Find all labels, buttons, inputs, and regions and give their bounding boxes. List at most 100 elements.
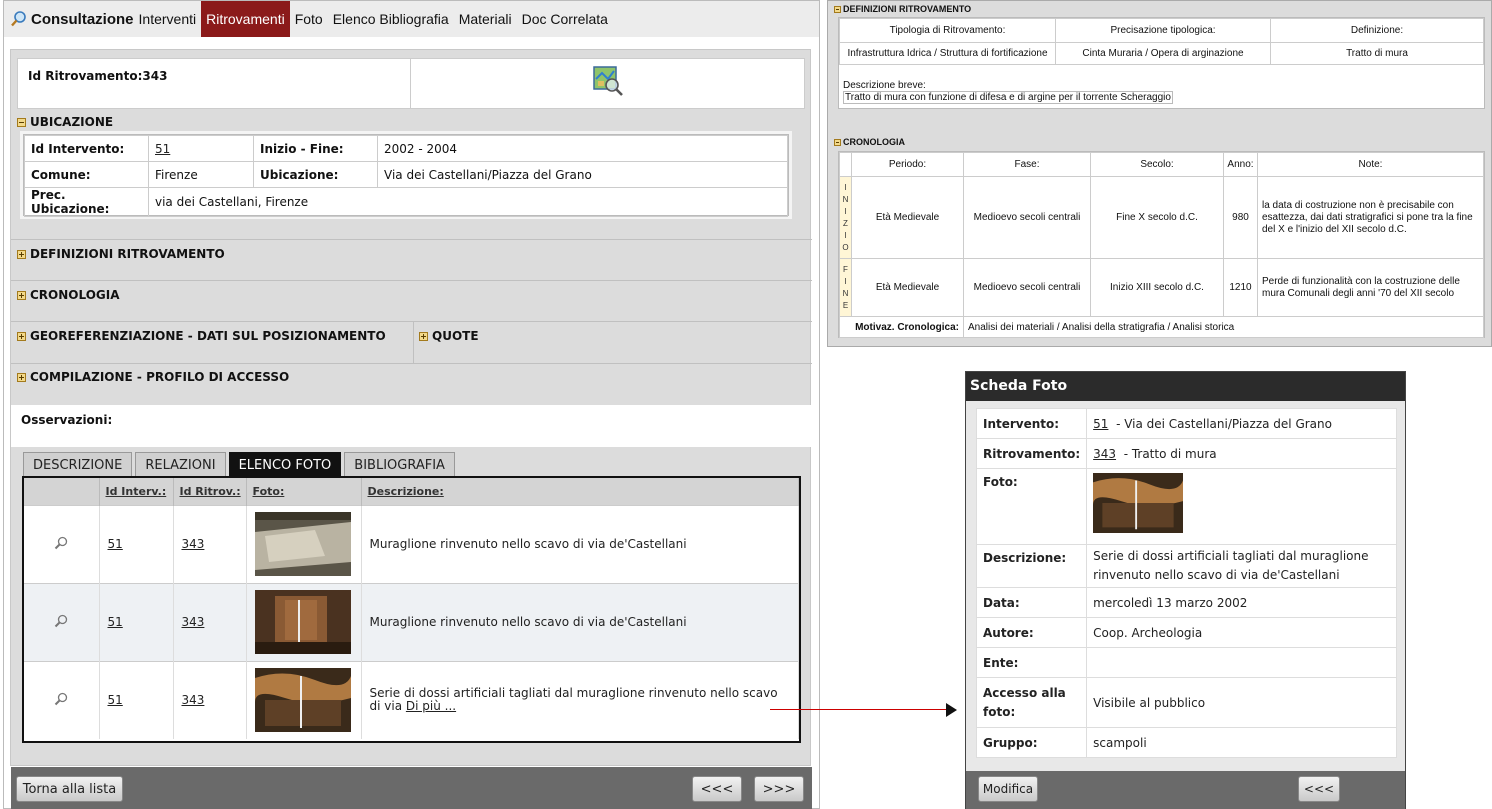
descrizione-label: Descrizione:: [975, 544, 1088, 588]
prec-ubicazione-value: via dei Castellani, Firenze: [148, 187, 788, 217]
crono-header: Secolo:: [1090, 152, 1224, 177]
crono-periodo: Età Medievale: [851, 176, 964, 259]
zoom-icon[interactable]: [53, 613, 69, 629]
section-georeferenziazione[interactable]: GEOREFERENZIAZIONE - DATI SUL POSIZIONAM…: [17, 328, 397, 344]
tab-descrizione[interactable]: DESCRIZIONE: [23, 452, 133, 477]
prev-button[interactable]: <<<: [692, 776, 742, 802]
tab-doc-correlata[interactable]: Doc Correlata: [517, 1, 613, 37]
section-cronologia[interactable]: CRONOLOGIA: [17, 287, 805, 303]
ritrov-link[interactable]: 343: [182, 693, 205, 707]
accesso-value: Visibile al pubblico: [1086, 677, 1397, 728]
motivazione-label: Motivaz. Cronologica:: [839, 316, 964, 338]
autore-value: Coop. Archeologia: [1086, 617, 1397, 648]
expand-icon: [17, 331, 26, 341]
record-header: Id Ritrovamento:343: [17, 58, 805, 109]
crono-note: Perde di funzionalità con la costruzione…: [1257, 258, 1484, 317]
section-cronologia-expanded[interactable]: CRONOLOGIA: [834, 137, 905, 147]
inizio-tag: INIZIO: [839, 176, 852, 259]
section-definizioni-expanded[interactable]: DEFINIZIONI RITROVAMENTO: [834, 4, 971, 14]
zoom-icon[interactable]: [53, 535, 69, 551]
photo-description: Muraglione rinvenuto nello scavo di via …: [361, 582, 799, 661]
section-ubicazione[interactable]: UBICAZIONE: [17, 114, 805, 130]
modifica-button[interactable]: Modifica: [978, 776, 1038, 802]
intervento-link[interactable]: 51: [1093, 417, 1108, 431]
ritrovamento-label: Ritrovamento:: [975, 438, 1088, 469]
crono-fase: Medioevo secoli centrali: [963, 258, 1091, 317]
dialog-footer: Modifica <<<: [966, 771, 1405, 809]
footer-bar: Torna alla lista <<< >>>: [11, 767, 812, 809]
main-window: Consultazione Interventi Ritrovamenti Fo…: [3, 0, 820, 809]
col-descrizione[interactable]: Descrizione:: [361, 478, 799, 505]
crono-anno: 1210: [1223, 258, 1258, 317]
cronologia-box: Periodo: Fase: Secolo: Anno: Note: INIZI…: [838, 151, 1485, 338]
id-intervento-label: Id Intervento:: [24, 135, 149, 162]
autore-label: Autore:: [975, 617, 1088, 648]
detail-panel: DEFINIZIONI RITROVAMENTO Tipologia di Ri…: [827, 0, 1492, 347]
collapse-icon: [834, 5, 841, 13]
expand-icon: [17, 372, 26, 382]
photo-thumbnail[interactable]: [254, 668, 351, 733]
inizio-fine-label: Inizio - Fine:: [253, 135, 378, 162]
comune-value: Firenze: [148, 161, 254, 188]
section-definizioni[interactable]: DEFINIZIONI RITROVAMENTO: [17, 246, 805, 262]
next-button[interactable]: >>>: [754, 776, 804, 802]
photo-thumbnail[interactable]: [254, 590, 351, 654]
section-compilazione[interactable]: COMPILAZIONE - PROFILO DI ACCESSO: [17, 369, 805, 385]
def-header: Tipologia di Ritrovamento:: [839, 18, 1056, 43]
arrow-head-icon: [946, 703, 957, 717]
gruppo-value: scampoli: [1086, 727, 1397, 758]
inizio-fine-value: 2002 - 2004: [377, 135, 788, 162]
foto-label: Foto:: [975, 468, 1088, 545]
def-header: Definizione:: [1270, 18, 1484, 43]
map-search-button[interactable]: [411, 59, 804, 108]
col-id-ritrov[interactable]: Id Ritrov.:: [173, 478, 247, 505]
intervento-label: Intervento:: [975, 408, 1088, 439]
app-logo[interactable]: Consultazione: [4, 1, 134, 37]
prec-ubicazione-label: Prec. Ubicazione:: [24, 187, 149, 217]
def-value: Tratto di mura: [1270, 42, 1484, 65]
col-foto[interactable]: Foto:: [246, 478, 362, 505]
photo-thumbnail[interactable]: [254, 512, 351, 576]
id-intervento-link[interactable]: 51: [155, 142, 170, 156]
col-id-interv[interactable]: Id Interv.:: [99, 478, 174, 505]
interv-link[interactable]: 51: [108, 537, 123, 551]
descrizione-breve: Descrizione breve: Tratto di mura con fu…: [843, 80, 1173, 104]
view-cell: [24, 660, 100, 739]
view-cell: [24, 504, 100, 583]
map-magnifier-icon: [592, 66, 623, 96]
back-to-list-button[interactable]: Torna alla lista: [16, 776, 123, 802]
tab-elenco-foto[interactable]: ELENCO FOTO: [228, 452, 342, 477]
tab-bibliografia[interactable]: BIBLIOGRAFIA: [344, 452, 455, 477]
ritrovamento-link[interactable]: 343: [1093, 447, 1116, 461]
def-value: Infrastruttura Idrica / Struttura di for…: [839, 42, 1056, 65]
tab-materiali[interactable]: Materiali: [454, 1, 517, 37]
osservazioni-label: Osservazioni:: [11, 405, 812, 447]
tab-relazioni[interactable]: RELAZIONI: [135, 452, 226, 477]
crono-header: Anno:: [1223, 152, 1258, 177]
ritrov-link[interactable]: 343: [182, 537, 205, 551]
connector-line: [770, 709, 948, 710]
motivazione-value: Analisi dei materiali / Analisi della st…: [963, 316, 1484, 338]
zoom-icon[interactable]: [53, 691, 69, 707]
tab-interventi[interactable]: Interventi: [134, 1, 202, 37]
ritrov-link[interactable]: 343: [182, 615, 205, 629]
tab-ritrovamenti[interactable]: Ritrovamenti: [201, 1, 290, 37]
def-header: Precisazione tipologica:: [1055, 18, 1271, 43]
back-button[interactable]: <<<: [1298, 776, 1340, 802]
tab-foto[interactable]: Foto: [290, 1, 328, 37]
crono-row: INIZIO Età Medievale Medioevo secoli cen…: [839, 176, 1484, 259]
def-value: Cinta Muraria / Opera di arginazione: [1055, 42, 1271, 65]
divider: [11, 363, 812, 364]
table-row: 51 343 Muraglione rinvenuto nello scavo …: [24, 504, 799, 583]
interv-link[interactable]: 51: [108, 693, 123, 707]
foto-image[interactable]: [1093, 473, 1184, 533]
record-id: Id Ritrovamento:343: [18, 59, 411, 108]
tab-elenco-bibliografia[interactable]: Elenco Bibliografia: [328, 1, 454, 37]
more-link[interactable]: Di più ...: [406, 699, 456, 713]
top-nav: Consultazione Interventi Ritrovamenti Fo…: [4, 1, 819, 37]
crono-anno: 980: [1223, 176, 1258, 259]
interv-link[interactable]: 51: [108, 615, 123, 629]
ente-value: [1086, 647, 1397, 678]
dialog-title: Scheda Foto: [966, 372, 1405, 401]
section-quote[interactable]: QUOTE: [419, 328, 619, 344]
